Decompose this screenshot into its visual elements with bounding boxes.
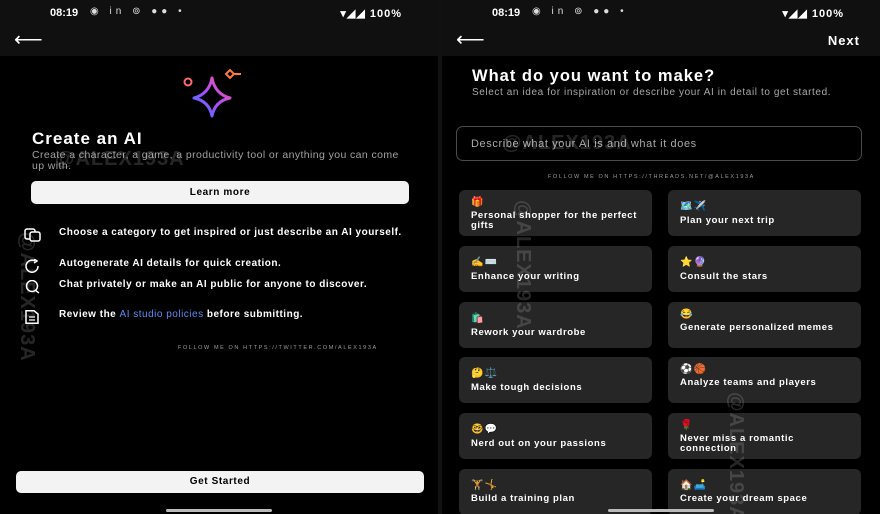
feature-text: Autogenerate AI details for quick creati…: [59, 258, 282, 269]
card-label: Build a training plan: [471, 493, 575, 504]
get-started-button[interactable]: Get Started: [16, 471, 424, 493]
status-bar: 08:19 ◉ in ⊚ ●● • ▾◢◢ 100%: [0, 0, 438, 26]
card-emoji: ✍️⌨️: [471, 257, 498, 268]
notification-icons: ◉ in ⊚ ●● •: [90, 6, 186, 17]
feature-text: Choose a category to get inspired or jus…: [59, 227, 402, 238]
battery-status: ▾◢◢ 100%: [782, 8, 844, 20]
idea-card[interactable]: 🤓💬 Nerd out on your passions: [459, 413, 652, 459]
home-indicator: [166, 509, 272, 512]
card-label: Nerd out on your passions: [471, 438, 607, 449]
idea-card[interactable]: ⭐🔮 Consult the stars: [668, 246, 861, 292]
top-bar: ⟵: [0, 26, 438, 56]
page-subtitle: Create a character, a game, a productivi…: [32, 149, 399, 172]
idea-card[interactable]: 🏠🛋️ Create your dream space: [668, 469, 861, 514]
idea-card[interactable]: 🏋️🤸 Build a training plan: [459, 469, 652, 514]
idea-card[interactable]: 🤔⚖️ Make tough decisions: [459, 357, 652, 403]
card-emoji: 🎁: [471, 197, 485, 208]
card-label: Enhance your writing: [471, 271, 580, 282]
review-prefix: Review the: [59, 309, 120, 320]
idea-card[interactable]: 🎁 Personal shopper for the perfect gifts: [459, 190, 652, 236]
card-label: Plan your next trip: [680, 215, 775, 226]
card-label: Generate personalized memes: [680, 322, 834, 333]
document-icon: [25, 310, 39, 324]
status-time: 08:19: [492, 7, 521, 19]
back-arrow-icon[interactable]: ⟵: [456, 29, 485, 51]
page-title: What do you want to make?: [472, 67, 716, 85]
feature-text: Chat privately or make an AI public for …: [59, 279, 368, 290]
card-label: Personal shopper for the perfect gifts: [471, 210, 637, 231]
card-emoji: 🛍️: [471, 313, 485, 324]
card-label: Never miss a romantic connection: [680, 433, 794, 454]
page-subtitle: Select an idea for inspiration or descri…: [472, 87, 832, 98]
card-label: Rework your wardrobe: [471, 327, 586, 338]
card-emoji: 🗺️✈️: [680, 201, 707, 212]
notification-icons: ◉ in ⊚ ●● •: [532, 6, 628, 17]
card-emoji: ⭐🔮: [680, 257, 707, 268]
idea-card[interactable]: 🗺️✈️ Plan your next trip: [668, 190, 861, 236]
back-arrow-icon[interactable]: ⟵: [14, 29, 43, 51]
page-title: Create an AI: [32, 129, 143, 148]
home-indicator: [608, 509, 714, 512]
refresh-icon: [25, 259, 39, 273]
learn-more-button[interactable]: Learn more: [31, 181, 409, 204]
card-emoji: ⚽🏀: [680, 364, 707, 375]
card-emoji: 🌹: [680, 420, 694, 431]
idea-card[interactable]: 🛍️ Rework your wardrobe: [459, 302, 652, 348]
card-emoji: 🤔⚖️: [471, 368, 498, 379]
idea-card[interactable]: ✍️⌨️ Enhance your writing: [459, 246, 652, 292]
describe-ai-input[interactable]: Describe what your AI is and what it doe…: [456, 126, 862, 161]
idea-card[interactable]: 😂 Generate personalized memes: [668, 302, 861, 348]
follow-watermark-text: FOLLOW ME ON HTTPS://TWITTER.COM/ALEX193…: [178, 345, 378, 351]
next-button[interactable]: Next: [828, 33, 860, 48]
category-icon: [24, 228, 41, 242]
ai-sparkle-logo-icon: [183, 68, 241, 118]
card-label: Make tough decisions: [471, 382, 583, 393]
battery-status: ▾◢◢ 100%: [340, 8, 402, 20]
top-bar: ⟵ Next: [442, 26, 880, 56]
card-emoji: 😂: [680, 309, 694, 320]
card-label: Analyze teams and players: [680, 377, 817, 388]
card-label: Consult the stars: [680, 271, 768, 282]
review-suffix: before submitting.: [203, 309, 304, 320]
card-label: Create your dream space: [680, 493, 808, 504]
card-emoji: 🏋️🤸: [471, 480, 498, 491]
follow-watermark-text: FOLLOW ME ON HTTPS://THREADS.NET/@ALEX19…: [548, 174, 755, 180]
chat-icon: [25, 280, 40, 294]
status-time: 08:19: [50, 7, 79, 19]
watermark: @ALEX193A: [16, 232, 38, 362]
card-emoji: 🏠🛋️: [680, 480, 707, 491]
idea-card[interactable]: 🌹 Never miss a romantic connection: [668, 413, 861, 459]
card-emoji: 🤓💬: [471, 424, 498, 435]
create-ai-screen: 08:19 ◉ in ⊚ ●● • ▾◢◢ 100% ⟵ Create an A…: [0, 0, 438, 514]
ai-studio-policies-link[interactable]: AI studio policies: [120, 309, 204, 320]
status-bar: 08:19 ◉ in ⊚ ●● • ▾◢◢ 100%: [442, 0, 880, 26]
what-to-make-screen: 08:19 ◉ in ⊚ ●● • ▾◢◢ 100% ⟵ Next What d…: [442, 0, 880, 514]
idea-card[interactable]: ⚽🏀 Analyze teams and players: [668, 357, 861, 403]
feature-text: Review the AI studio policies before sub…: [59, 310, 409, 320]
